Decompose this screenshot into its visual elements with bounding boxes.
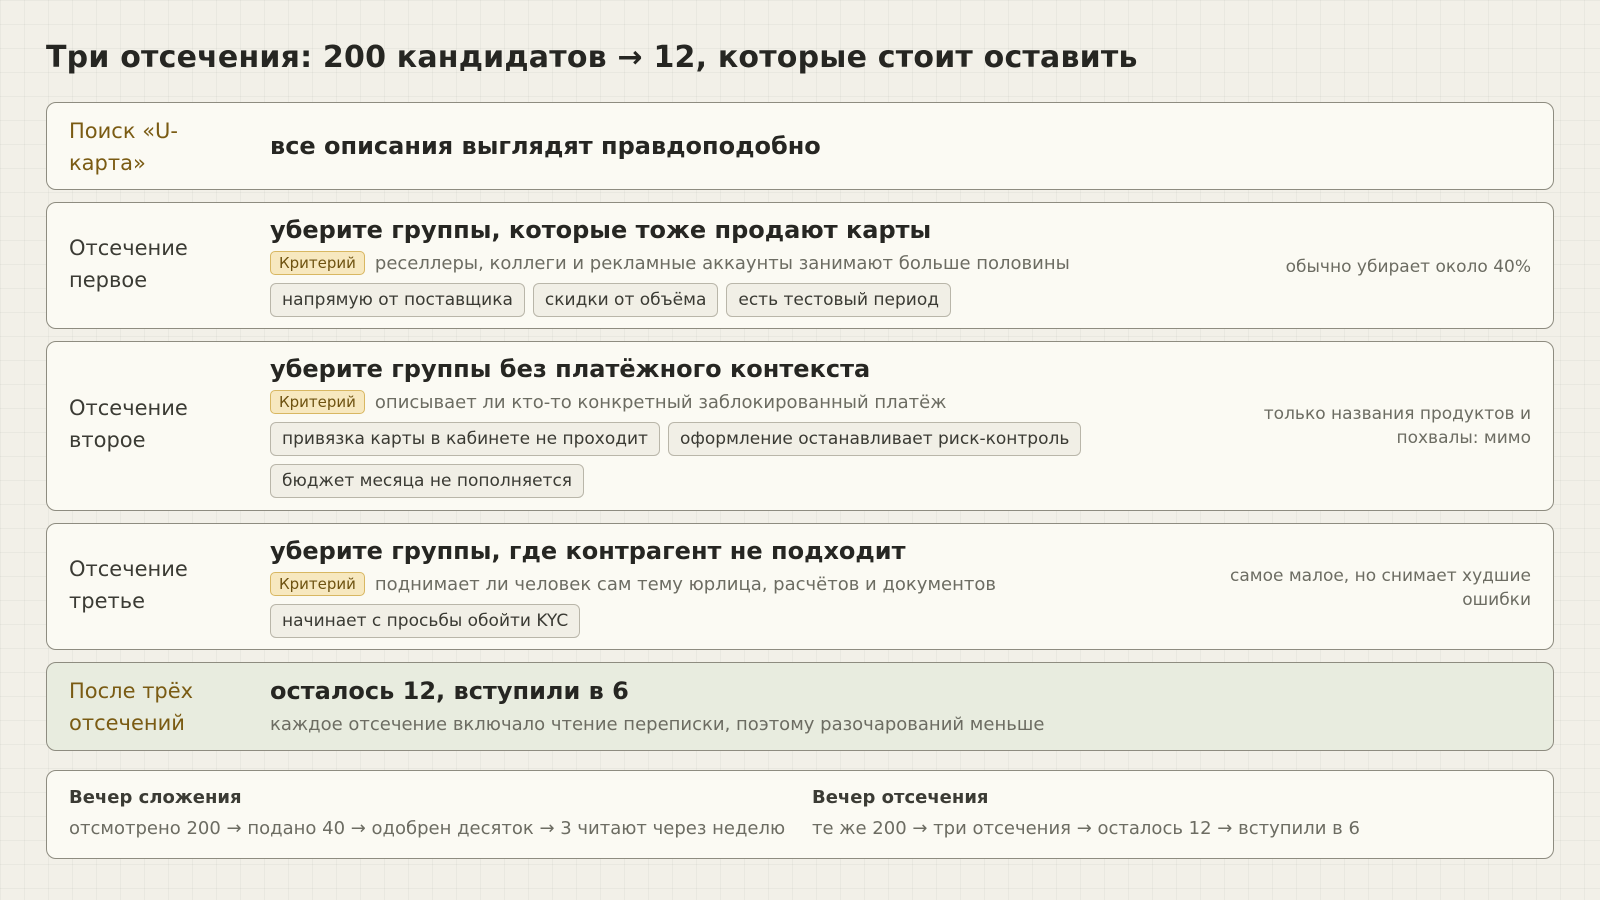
comparison-left-text: отсмотрено 200 → подано 40 → одобрен дес…	[69, 818, 786, 839]
cut-second-headline: уберите группы без платёжного контекста	[270, 355, 871, 383]
result-sub: каждое отсечение включало чтение перепис…	[270, 714, 1045, 735]
tag: бюджет месяца не пополняется	[270, 464, 585, 498]
comparison-left: Вечер сложения отсмотрено 200 → подано 4…	[69, 787, 785, 839]
cut-third-note: самое малое, но снимает худшие ошибки	[1229, 566, 1531, 610]
result-label: После трёх отсечений	[69, 679, 194, 735]
cut-first-note: обычно убирает около 40%	[1285, 257, 1531, 277]
tag: привязка карты в кабинете не проходит	[270, 422, 660, 456]
tag: скидки от объёма	[532, 283, 719, 317]
search-stage: Поиск «U-карта» все описания выглядят пр…	[46, 102, 1554, 190]
cut-first-stage: Отсечение первое уберите группы, которые…	[46, 202, 1554, 329]
cut-first-criterion: реселлеры, коллеги и рекламные аккаунты …	[374, 252, 1070, 274]
cut-third-headline: уберите группы, где контрагент не подход…	[270, 537, 906, 565]
criterion-badge: Критерий	[270, 251, 365, 275]
criterion-badge: Критерий	[270, 390, 365, 414]
tag: начинает с просьбы обойти KYC	[270, 604, 581, 638]
comparison-left-title: Вечер сложения	[69, 787, 242, 808]
cut-second-note: только названия продуктов и похвалы: мим…	[1263, 404, 1531, 448]
cut-first-tags: напрямую от поставщика скидки от объёма …	[270, 283, 1293, 325]
comparison-right-text: те же 200 → три отсечения → осталось 12 …	[812, 818, 1360, 839]
criterion-badge: Критерий	[270, 572, 365, 596]
cut-second-criterion: описывает ли кто-то конкретный заблокиро…	[374, 391, 947, 413]
tag: напрямую от поставщика	[270, 283, 525, 317]
tag: есть тестовый период	[726, 283, 951, 317]
tag: оформление останавливает риск-контроль	[667, 422, 1082, 456]
cut-first-label: Отсечение первое	[69, 236, 188, 292]
cut-third-criterion: поднимает ли человек сам тему юрлица, ра…	[374, 573, 996, 595]
result-headline: осталось 12, вступили в 6	[270, 677, 629, 705]
comparison-right-title: Вечер отсечения	[812, 787, 989, 808]
comparison-right: Вечер отсечения те же 200 → три отсечени…	[812, 787, 1360, 839]
cut-third-tags: начинает с просьбы обойти KYC	[270, 604, 1293, 646]
cut-third-label: Отсечение третье	[69, 557, 188, 613]
search-label: Поиск «U-карта»	[69, 119, 178, 175]
slide: Три отсечения: 200 кандидатов → 12, кото…	[0, 0, 1600, 900]
cut-second-label: Отсечение второе	[69, 396, 188, 452]
comparison-panel: Вечер сложения отсмотрено 200 → подано 4…	[46, 770, 1554, 859]
cut-second-stage: Отсечение второе уберите группы без плат…	[46, 341, 1554, 511]
search-headline: все описания выглядят правдоподобно	[270, 132, 821, 160]
cut-first-headline: уберите группы, которые тоже продают кар…	[270, 216, 932, 244]
page-title: Три отсечения: 200 кандидатов → 12, кото…	[46, 40, 1138, 75]
result-stage: После трёх отсечений осталось 12, вступи…	[46, 662, 1554, 751]
cut-third-stage: Отсечение третье уберите группы, где кон…	[46, 523, 1554, 650]
cut-second-tags: привязка карты в кабинете не проходит оф…	[270, 422, 1090, 506]
